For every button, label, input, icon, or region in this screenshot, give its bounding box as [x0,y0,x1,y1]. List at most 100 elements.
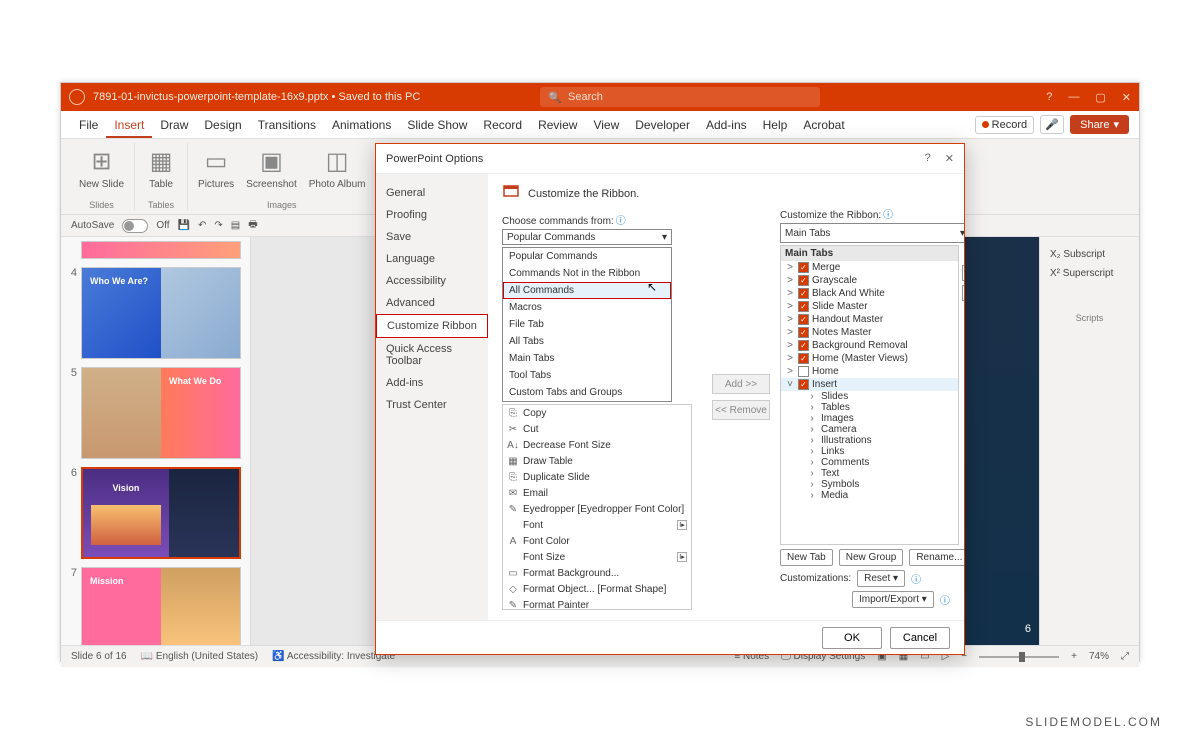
move-up-button[interactable]: ▲ [962,265,964,281]
tree-node[interactable]: >✓Merge [781,261,958,274]
command-item[interactable]: ⎘Duplicate Slide [503,469,691,485]
fit-to-window-icon[interactable]: ⤢ [1121,651,1129,662]
expand-icon[interactable]: › [807,402,817,413]
expand-icon[interactable]: > [785,275,795,286]
redo-icon[interactable]: ↷ [214,220,222,231]
expand-icon[interactable]: › [807,391,817,402]
expand-icon[interactable]: > [785,366,795,377]
dialog-help-icon[interactable]: ? [925,152,931,165]
menu-developer[interactable]: Developer [627,118,698,132]
tree-node[interactable]: >✓Grayscale [781,274,958,287]
customize-ribbon-combo[interactable]: Main Tabs ▾ [780,223,964,243]
checkbox[interactable]: ✓ [798,275,809,286]
category-language[interactable]: Language [376,248,488,270]
menu-draw[interactable]: Draw [152,118,196,132]
checkbox[interactable]: ✓ [798,314,809,325]
expand-icon[interactable]: › [807,413,817,424]
slide-thumbnail[interactable]: What We Do [81,367,241,459]
ribbon-pictures[interactable]: ▭Pictures [196,143,236,192]
add-button[interactable]: Add >> [712,374,770,394]
zoom-slider[interactable] [979,656,1059,658]
tree-subnode[interactable]: ›Illustrations [781,435,958,446]
expand-icon[interactable]: › [807,479,817,490]
checkbox[interactable] [798,366,809,377]
tree-subnode[interactable]: ›Text [781,468,958,479]
info-icon[interactable]: ⓘ [616,216,626,227]
command-item[interactable]: AFont Color [503,533,691,549]
dropdown-option[interactable]: Custom Tabs and Groups [503,384,671,401]
expand-icon[interactable]: > [785,314,795,325]
record-button[interactable]: Record [975,116,1034,134]
tree-node[interactable]: >✓Background Removal [781,339,958,352]
tree-subnode[interactable]: ›Slides [781,391,958,402]
tree-node[interactable]: >Home [781,365,958,378]
info-icon[interactable]: ⓘ [883,210,893,221]
new-group-button[interactable]: New Group [839,549,904,566]
tree-node[interactable]: ˅✓Insert [781,378,958,391]
cancel-button[interactable]: Cancel [890,627,950,649]
save-icon[interactable]: 💾 [178,220,190,231]
ribbon-screenshot[interactable]: ▣Screenshot [244,143,299,192]
checkbox[interactable]: ✓ [798,262,809,273]
slide-thumbnail[interactable]: Mission [81,567,241,645]
dialog-close-icon[interactable]: ✕ [945,152,954,165]
search-box[interactable]: 🔍 Search [540,87,820,107]
category-proofing[interactable]: Proofing [376,204,488,226]
subscript-option[interactable]: X₂ Subscript [1048,245,1131,264]
slide-thumbnail[interactable] [81,241,241,259]
command-item[interactable]: ▦Draw Table [503,453,691,469]
tree-subnode[interactable]: ›Images [781,413,958,424]
menu-view[interactable]: View [585,118,627,132]
dropdown-option[interactable]: Commands Not in the Ribbon [503,265,671,282]
menu-slide show[interactable]: Slide Show [399,118,475,132]
ribbon-new-slide[interactable]: ⊞New Slide [77,143,126,192]
share-button[interactable]: Share▾ [1070,115,1129,134]
help-icon[interactable]: ? [1046,91,1052,103]
tree-node[interactable]: >✓Slide Master [781,300,958,313]
dropdown-option[interactable]: Macros [503,299,671,316]
expand-icon[interactable]: › [807,457,817,468]
menu-review[interactable]: Review [530,118,585,132]
command-item[interactable]: ✉Email [503,485,691,501]
category-customize-ribbon[interactable]: Customize Ribbon [376,314,488,338]
command-item[interactable]: Font SizeI▸ [503,549,691,565]
command-item[interactable]: A↓Decrease Font Size [503,437,691,453]
undo-icon[interactable]: ↶ [198,220,206,231]
tree-subnode[interactable]: ›Links [781,446,958,457]
tree-subnode[interactable]: ›Camera [781,424,958,435]
command-item[interactable]: FontI▸ [503,517,691,533]
tree-node[interactable]: >✓Handout Master [781,313,958,326]
checkbox[interactable]: ✓ [798,379,809,390]
expand-icon[interactable]: > [785,353,795,364]
expand-icon[interactable]: > [785,327,795,338]
expand-icon[interactable]: > [785,262,795,273]
reset-button[interactable]: Reset ▾ [857,570,905,587]
choose-commands-dropdown[interactable]: Popular CommandsCommands Not in the Ribb… [502,247,672,402]
menu-record[interactable]: Record [475,118,530,132]
ribbon-tabs-tree[interactable]: Main Tabs>✓Merge>✓Grayscale>✓Black And W… [780,245,959,545]
category-general[interactable]: General [376,182,488,204]
expand-icon[interactable]: › [807,424,817,435]
slide-thumbnail[interactable]: Who We Are? [81,267,241,359]
remove-button[interactable]: << Remove [712,400,770,420]
expand-icon[interactable]: › [807,446,817,457]
language-indicator[interactable]: 📖 English (United States) [141,651,259,662]
tree-subnode[interactable]: ›Media [781,490,958,501]
expand-icon[interactable]: › [807,435,817,446]
ribbon-photo-album[interactable]: ◫Photo Album [307,143,368,192]
qat-icon[interactable]: ▤ [231,220,240,231]
category-accessibility[interactable]: Accessibility [376,270,488,292]
command-item[interactable]: ◇Format Object... [Format Shape] [503,581,691,597]
slide-thumbnail-panel[interactable]: 4Who We Are?5What We Do6Vision7Mission [61,237,251,645]
checkbox[interactable]: ✓ [798,288,809,299]
menu-design[interactable]: Design [196,118,249,132]
tree-node[interactable]: >✓Notes Master [781,326,958,339]
checkbox[interactable]: ✓ [798,353,809,364]
command-item[interactable]: ⎘Copy [503,405,691,421]
ribbon-table[interactable]: ▦Table [143,143,179,192]
category-quick-access-toolbar[interactable]: Quick Access Toolbar [376,338,488,372]
menu-animations[interactable]: Animations [324,118,399,132]
minimize-button[interactable]: — [1068,91,1079,103]
dropdown-option[interactable]: All Tabs [503,333,671,350]
expand-icon[interactable]: > [785,288,795,299]
